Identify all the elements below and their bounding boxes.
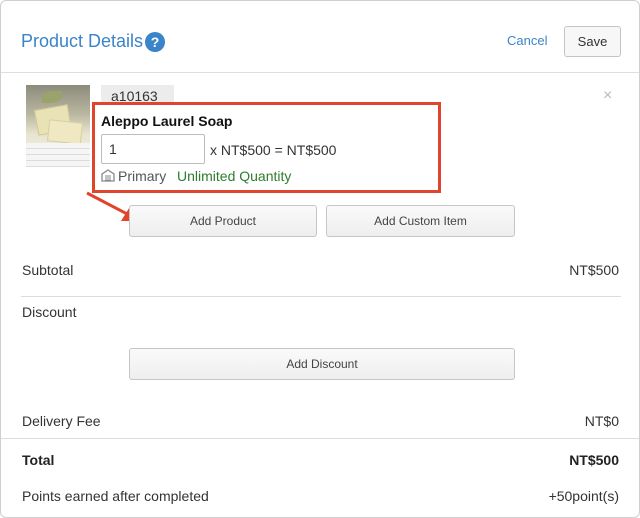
remove-item-icon[interactable]: × bbox=[603, 87, 612, 105]
total-value: NT$500 bbox=[569, 452, 619, 468]
warehouse-name: Primary bbox=[118, 168, 167, 184]
subtotal-label: Subtotal bbox=[22, 262, 74, 278]
price-line: x NT$500 = NT$500 bbox=[210, 142, 337, 158]
add-product-button[interactable]: Add Product bbox=[129, 205, 317, 237]
save-button[interactable]: Save bbox=[564, 26, 621, 57]
delivery-fee-label: Delivery Fee bbox=[22, 413, 101, 429]
page-title: Product Details bbox=[21, 31, 144, 51]
divider bbox=[1, 438, 639, 439]
cancel-link[interactable]: Cancel bbox=[507, 33, 547, 48]
subtotal-value: NT$500 bbox=[569, 262, 619, 278]
help-icon[interactable]: ? bbox=[145, 32, 165, 52]
total-label: Total bbox=[22, 452, 55, 468]
product-details-panel: Product Details ? Cancel Save a10163 × A… bbox=[0, 0, 640, 518]
product-name: Aleppo Laurel Soap bbox=[101, 113, 233, 129]
divider bbox=[21, 296, 621, 297]
quantity-input[interactable] bbox=[101, 134, 205, 164]
add-discount-button[interactable]: Add Discount bbox=[129, 348, 515, 380]
stock-status: Unlimited Quantity bbox=[177, 168, 292, 184]
product-thumbnail bbox=[26, 85, 90, 167]
add-custom-item-button[interactable]: Add Custom Item bbox=[326, 205, 515, 237]
panel-header: Product Details ? Cancel Save bbox=[1, 1, 639, 73]
warehouse-icon bbox=[101, 169, 115, 182]
delivery-fee-value: NT$0 bbox=[584, 413, 619, 429]
discount-label: Discount bbox=[22, 304, 77, 320]
points-label: Points earned after completed bbox=[22, 488, 209, 504]
points-value: +50point(s) bbox=[548, 488, 619, 504]
